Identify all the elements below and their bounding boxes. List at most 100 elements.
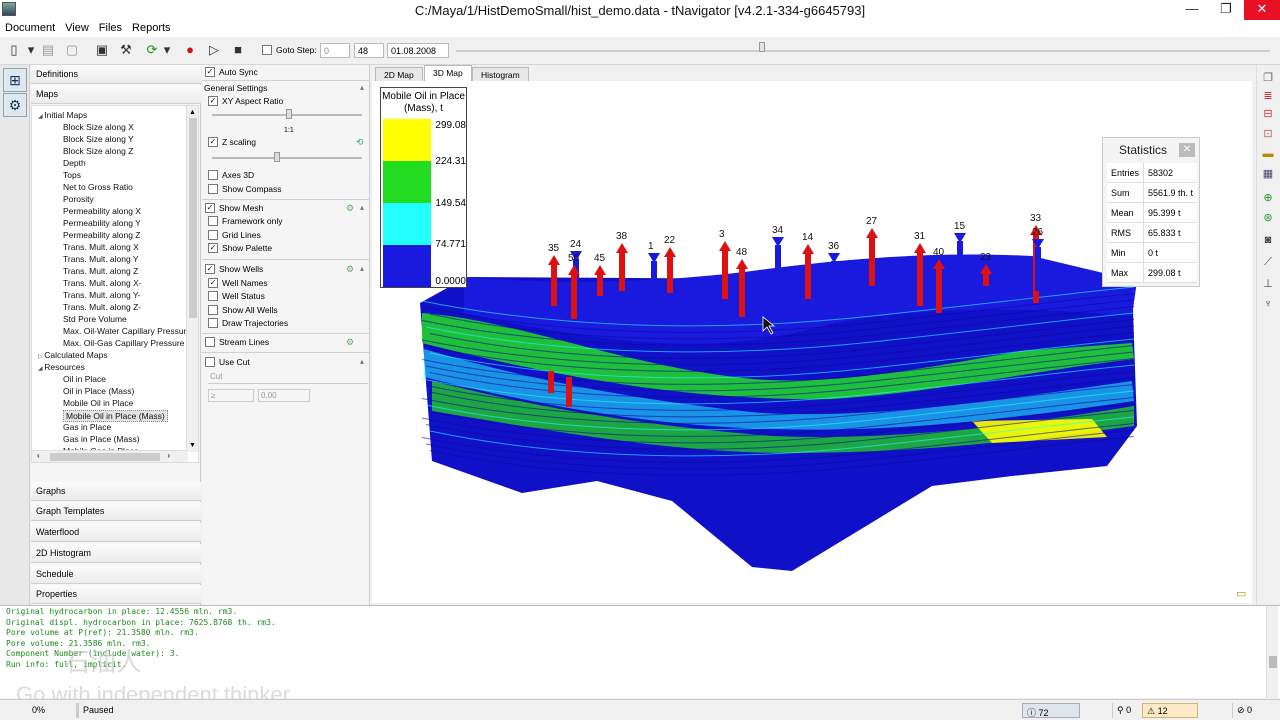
show-palette-checkbox[interactable]: ✓ Show Palette	[208, 243, 272, 253]
tree-item[interactable]: Std Pore Volume	[63, 314, 127, 324]
goto-step-checkbox[interactable]: Goto Step:	[262, 45, 317, 55]
copy-icon[interactable]: ▢	[64, 42, 80, 58]
console-scroll-thumb[interactable]	[1269, 656, 1277, 668]
tree-item[interactable]: Depth	[63, 158, 86, 168]
screenshot-icon[interactable]: ▭	[1236, 587, 1246, 600]
show-mesh-checkbox[interactable]: ✓ Show Mesh	[205, 203, 263, 213]
cut-value-input[interactable]: 0,00	[258, 389, 310, 402]
tree-item[interactable]: Trans. Mult. along Z	[63, 266, 138, 276]
scroll-down-icon[interactable]: ▼	[189, 442, 196, 449]
cross-section-icon[interactable]: ⊡	[1261, 127, 1275, 141]
z-scaling-thumb[interactable]	[274, 152, 280, 162]
collapse-icon[interactable]: ▴	[360, 203, 364, 212]
console-scrollbar[interactable]	[1266, 606, 1278, 698]
new-document-icon[interactable]: ▯	[6, 42, 22, 58]
timeline-slider[interactable]	[456, 50, 1270, 52]
tab-2d-map[interactable]: 2D Map	[375, 67, 423, 81]
pin-icon[interactable]: ⊕	[1261, 191, 1275, 205]
well-filter-icon[interactable]: ⊟	[1261, 107, 1275, 121]
new-dropdown-icon[interactable]: ▾	[26, 42, 36, 58]
camera-icon[interactable]: ◙	[1261, 233, 1275, 247]
framework-only-checkbox[interactable]: Framework only	[208, 216, 282, 226]
group-icon[interactable]: ⊛	[1261, 211, 1275, 225]
tree-horizontal-scrollbar[interactable]: ‹ ›	[32, 450, 188, 462]
record-icon[interactable]: ●	[182, 42, 198, 58]
z-scaling-checkbox[interactable]: ✓ Z scaling	[208, 137, 256, 147]
cut-select[interactable]: Cut	[208, 371, 368, 384]
auto-sync-checkbox[interactable]: ✓ Auto Sync	[205, 67, 258, 77]
pipe-icon[interactable]: ⊥	[1261, 277, 1275, 291]
tab-3d-map[interactable]: 3D Map	[424, 65, 472, 81]
show-all-wells-checkbox[interactable]: Show All Wells	[208, 305, 278, 315]
grid-icon[interactable]: ▦	[1261, 167, 1275, 181]
tree-item[interactable]: Gas in Place	[63, 422, 111, 432]
tree-item[interactable]: Mobile Oil in Place	[63, 398, 133, 408]
tree-scroll-thumb[interactable]	[189, 118, 197, 318]
maximize-button[interactable]: ❐	[1210, 0, 1242, 20]
play-icon[interactable]: ▷	[206, 42, 222, 58]
mesh-settings-icon[interactable]: ⚙	[346, 203, 354, 214]
tree-item[interactable]: Trans. Mult. along X	[63, 242, 139, 252]
gear-icon[interactable]: ⚙	[3, 93, 27, 117]
reset-icon[interactable]: ⟲	[356, 137, 364, 148]
open-icon[interactable]: ▤	[40, 42, 56, 58]
tree-item[interactable]: Mobile Oil in Place (Mass)	[63, 410, 168, 422]
scroll-left-icon[interactable]: ‹	[37, 451, 40, 460]
tree-item[interactable]: Permeability along Y	[63, 218, 141, 228]
tree-group[interactable]: ◢ Initial Maps	[38, 110, 87, 120]
error-counter[interactable]: ⊘ 0	[1232, 703, 1256, 718]
tools-icon[interactable]: ⚒	[118, 42, 134, 58]
well-names-checkbox[interactable]: ✓ Well Names	[208, 278, 268, 288]
z-scaling-slider[interactable]	[212, 157, 362, 159]
tree-item[interactable]: Porosity	[63, 194, 94, 204]
step-from-input[interactable]: 0	[320, 43, 350, 58]
axes-3d-checkbox[interactable]: Axes 3D	[208, 170, 254, 180]
ruler-icon[interactable]: ⟋	[1261, 255, 1275, 269]
grid-lines-checkbox[interactable]: Grid Lines	[208, 230, 261, 240]
collapse-icon[interactable]: ▴	[360, 83, 364, 92]
show-wells-checkbox[interactable]: ✓ Show Wells	[205, 264, 263, 274]
rig-icon[interactable]: ♆	[1261, 297, 1275, 311]
tree-item[interactable]: Trans. Mult. along X-	[63, 278, 142, 288]
section-maps[interactable]: Maps	[31, 85, 201, 104]
section-definitions[interactable]: Definitions	[31, 65, 201, 84]
tree-item[interactable]: Net to Gross Ratio	[63, 182, 133, 192]
tree-item[interactable]: Block Size along Z	[63, 146, 133, 156]
tree-item[interactable]: Max. Oil-Gas Capillary Pressure	[63, 338, 184, 348]
alert-counter[interactable]: ⚠ 12	[1142, 703, 1198, 718]
tree-item[interactable]: Trans. Mult. along Z-	[63, 302, 141, 312]
save-icon[interactable]: ▣	[94, 42, 110, 58]
section-schedule[interactable]: Schedule	[31, 565, 201, 584]
wells-settings-icon[interactable]: ⚙	[346, 264, 354, 275]
collapse-icon[interactable]: ▴	[360, 264, 364, 273]
timeline-thumb[interactable]	[759, 42, 765, 52]
layers-icon[interactable]: ≣	[1261, 89, 1275, 103]
tree-group[interactable]: ▷ Calculated Maps	[38, 350, 108, 360]
tree-item[interactable]: Gas in Place (Mass)	[63, 434, 140, 444]
tree-vertical-scrollbar[interactable]: ▲ ▼	[186, 106, 198, 452]
tree-item[interactable]: Oil in Place	[63, 374, 106, 384]
warning-counter[interactable]: ⚲ 0	[1112, 703, 1135, 718]
tree-item[interactable]: Trans. Mult. along Y-	[63, 290, 141, 300]
menu-files[interactable]: Files	[94, 21, 127, 35]
tree-group[interactable]: ◢ Resources	[38, 362, 85, 372]
tree-item[interactable]: Oil in Place (Mass)	[63, 386, 134, 396]
tree-item[interactable]: Permeability along X	[63, 206, 141, 216]
refresh-icon[interactable]: ⟳	[144, 42, 160, 58]
tree-item[interactable]: Block Size along X	[63, 122, 134, 132]
menu-reports[interactable]: Reports	[127, 21, 176, 35]
section-2d-histogram[interactable]: 2D Histogram	[31, 544, 201, 563]
tab-histogram[interactable]: Histogram	[472, 67, 529, 81]
general-settings-header[interactable]: General Settings	[204, 83, 267, 93]
tree-hscroll-thumb[interactable]	[50, 453, 160, 461]
xy-aspect-checkbox[interactable]: ✓ XY Aspect Ratio	[208, 96, 283, 106]
stop-icon[interactable]: ■	[230, 42, 246, 58]
show-compass-checkbox[interactable]: Show Compass	[208, 184, 282, 194]
minimize-button[interactable]: —	[1176, 0, 1208, 20]
section-waterflood[interactable]: Waterflood	[31, 523, 201, 542]
refresh-dropdown-icon[interactable]: ▾	[162, 42, 172, 58]
info-counter[interactable]: ⓘ 72	[1022, 703, 1080, 718]
use-cut-checkbox[interactable]: Use Cut	[205, 357, 250, 367]
stream-lines-checkbox[interactable]: Stream Lines	[205, 337, 269, 347]
cut-operator-select[interactable]: ≥	[208, 389, 254, 402]
